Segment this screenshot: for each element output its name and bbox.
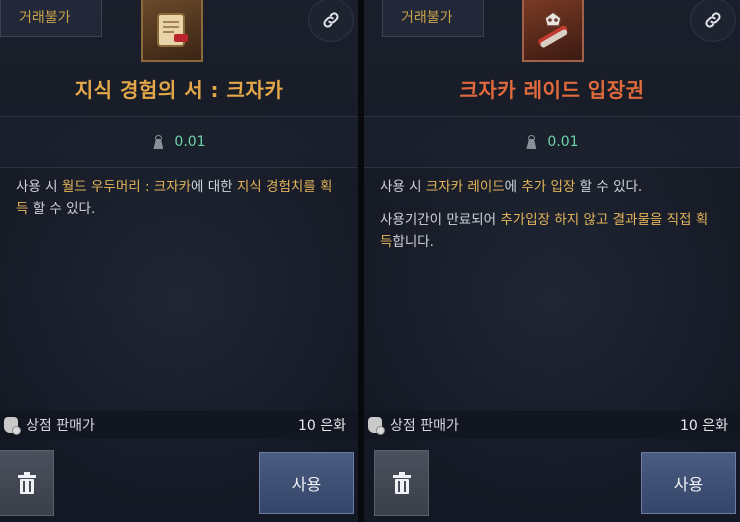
description-text: 사용기간이 만료되어 <box>380 212 501 228</box>
scroll-icon <box>141 0 203 62</box>
coin-bag-icon <box>368 417 385 435</box>
item-tooltip-panel-knowledge-book: 거래불가 지식 경험의 서 : 크자카 0.01 사용 시 월드 우두머리 : … <box>0 0 358 522</box>
highlight-text: 월드 우두머리 : 크자카 <box>61 179 192 195</box>
description-paragraph: 사용 시 크자카 레이드에 추가 입장 할 수 있다. <box>380 176 720 198</box>
item-tooltip-panel-raid-ticket: 거래불가 크자카 레이드 입장권 0.01 사용 시 크자카 레이드에 추가 입… <box>364 0 740 522</box>
weight-icon <box>525 135 537 149</box>
description-paragraph: 사용기간이 만료되어 추가입장 하지 않고 결과물을 직접 획득합니다. <box>380 209 720 253</box>
coin-bag-icon <box>4 417 21 435</box>
sell-price-value: 10 은화 <box>679 418 728 434</box>
weight-value: 0.01 <box>174 134 206 150</box>
divider <box>364 167 740 168</box>
item-description: 사용 시 크자카 레이드에 추가 입장 할 수 있다. 사용기간이 만료되어 추가… <box>380 176 720 264</box>
delete-button[interactable] <box>374 450 429 516</box>
item-title: 지식 경험의 서 : 크자카 <box>74 78 284 102</box>
trash-icon <box>392 472 411 494</box>
item-description: 사용 시 월드 우두머리 : 크자카에 대한 지식 경험치를 획득 할 수 있다… <box>16 176 338 231</box>
weight-row: 0.01 <box>364 118 740 166</box>
sell-price-label: 상점 판매가 <box>390 418 459 434</box>
weight-value: 0.01 <box>547 134 579 150</box>
raid-ticket-icon <box>522 0 584 62</box>
description-text: 사용 시 <box>16 179 62 195</box>
use-button[interactable]: 사용 <box>641 452 736 514</box>
description-text: 에 대한 <box>191 179 237 195</box>
trade-restricted-badge: 거래불가 <box>382 0 484 37</box>
use-button[interactable]: 사용 <box>259 452 354 514</box>
shop-sell-price-row: 상점 판매가 10 은화 <box>0 411 358 439</box>
description-text: 할 수 있다. <box>28 201 96 217</box>
description-text: 합니다. <box>392 234 434 250</box>
link-button[interactable] <box>308 0 354 42</box>
divider <box>0 116 358 117</box>
link-icon <box>705 12 721 28</box>
delete-button[interactable] <box>0 450 54 516</box>
divider <box>364 116 740 117</box>
sell-price-value: 10 은화 <box>297 418 346 434</box>
highlight-text: 크자카 레이드 <box>425 179 505 195</box>
sell-price-label: 상점 판매가 <box>26 418 95 434</box>
description-paragraph: 사용 시 월드 우두머리 : 크자카에 대한 지식 경험치를 획득 할 수 있다… <box>16 176 338 220</box>
description-text: 사용 시 <box>380 179 426 195</box>
item-title: 크자카 레이드 입장권 <box>459 78 645 102</box>
weight-icon <box>152 135 164 149</box>
trash-icon <box>17 472 36 494</box>
highlight-text: 추가 입장 <box>521 179 576 195</box>
description-text: 할 수 있다. <box>575 179 643 195</box>
link-button[interactable] <box>690 0 736 42</box>
trade-restricted-badge: 거래불가 <box>0 0 102 37</box>
description-text: 에 <box>504 179 522 195</box>
shop-sell-price-row: 상점 판매가 10 은화 <box>364 411 740 439</box>
divider <box>0 167 358 168</box>
weight-row: 0.01 <box>0 118 358 166</box>
link-icon <box>323 12 339 28</box>
